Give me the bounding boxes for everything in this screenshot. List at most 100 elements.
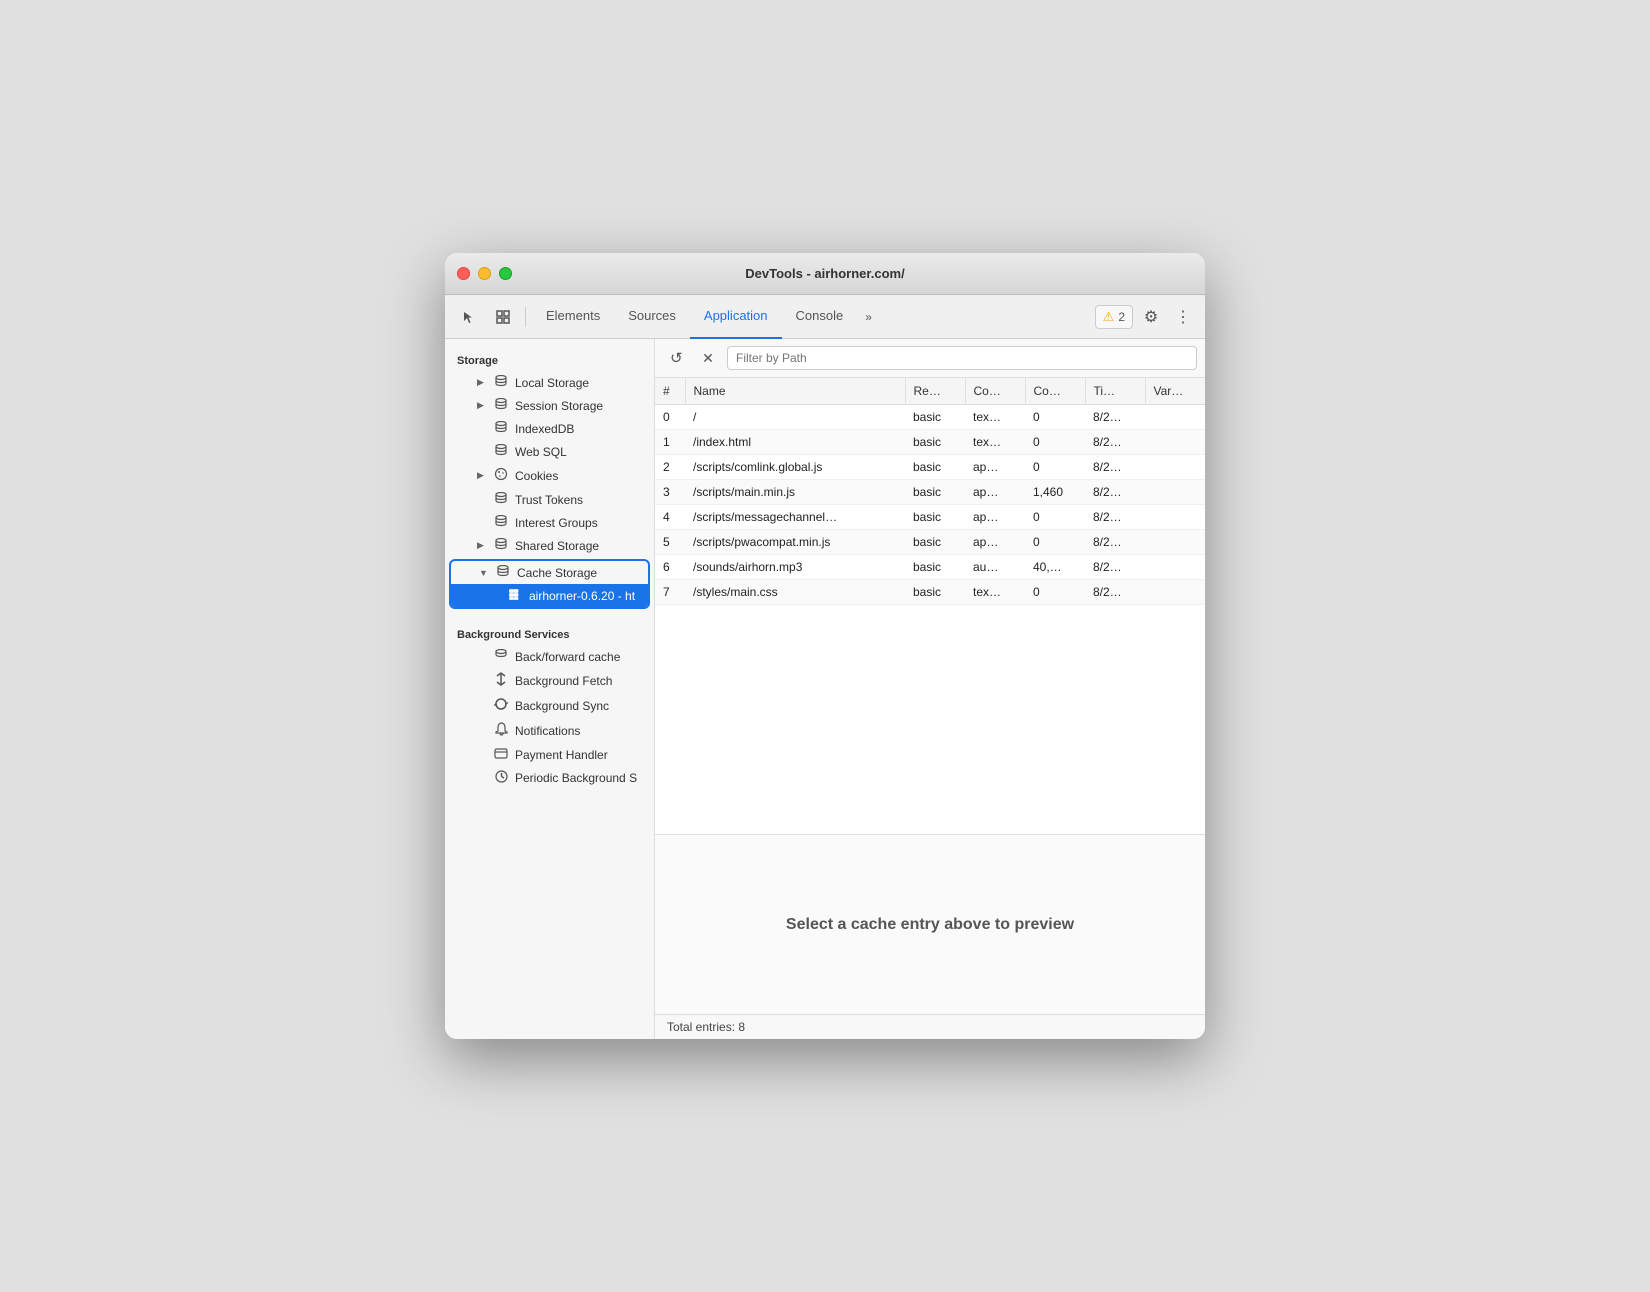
table-header-row: # Name Re… Co… Co… Ti… Var… [655,378,1205,405]
cell-name: /scripts/comlink.global.js [685,455,905,480]
inspect-icon [496,310,510,324]
sidebar-item-trust-tokens[interactable]: ▶ Trust Tokens [449,488,650,511]
cache-table: # Name Re… Co… Co… Ti… Var… 0 / basic te… [655,378,1205,834]
db-icon [493,492,509,507]
cell-num: 6 [655,555,685,580]
storage-icon [494,375,508,387]
sidebar-item-payment-handler[interactable]: ▶ Payment Handler [449,743,650,766]
cell-re: basic [905,530,965,555]
cell-num: 7 [655,580,685,605]
db-icon [495,565,511,580]
sidebar-item-local-storage[interactable]: ▶ Local Storage [449,371,650,394]
sidebar-item-cookies[interactable]: ▶ Cookies [449,463,650,488]
clock-icon-svg [495,770,508,783]
tab-elements[interactable]: Elements [532,295,614,339]
maximize-button[interactable] [499,267,512,280]
arrow-icon: ▶ [477,400,487,411]
minimize-button[interactable] [478,267,491,280]
sidebar-item-cache-entry[interactable]: ▶ airhorner-0.6.20 - ht [451,584,648,607]
toolbar-tabs: Elements Sources Application Console » [532,295,1093,339]
bg-sync-label: Background Sync [515,699,642,713]
sidebar: Storage ▶ Local Storage ▶ [445,339,655,1039]
sidebar-item-session-storage[interactable]: ▶ Session Storage [449,394,650,417]
cookies-label: Cookies [515,469,642,483]
content-area: ↻ ✕ # Name Re… Co… Co… [655,339,1205,1039]
sidebar-item-cache-storage[interactable]: ▼ Cache Storage [451,561,648,584]
cookie-icon-svg [494,467,508,481]
interest-groups-label: Interest Groups [515,516,642,530]
cell-co2: 0 [1025,505,1085,530]
sidebar-item-bg-sync[interactable]: ▶ Background Sync [449,693,650,718]
payment-handler-label: Payment Handler [515,748,642,762]
cell-num: 1 [655,430,685,455]
settings-button[interactable]: ⚙ [1137,303,1165,331]
cursor-tool-button[interactable] [453,303,485,331]
tab-application[interactable]: Application [690,295,782,339]
tab-sources[interactable]: Sources [614,295,690,339]
sidebar-item-shared-storage[interactable]: ▶ Shared Storage [449,534,650,557]
sidebar-item-back-forward-cache[interactable]: ▶ Back/forward cache [449,645,650,668]
cell-var [1145,430,1205,455]
cookie-icon [493,467,509,484]
cell-ti: 8/2… [1085,505,1145,530]
cache-storage-label: Cache Storage [517,566,640,580]
cache-entry-icon [509,589,522,600]
grid-icon [507,588,523,603]
periodic-bg-label: Periodic Background S [515,771,642,785]
sidebar-item-notifications[interactable]: ▶ Notifications [449,718,650,743]
cell-ti: 8/2… [1085,480,1145,505]
cell-co2: 0 [1025,405,1085,430]
table-row[interactable]: 6 /sounds/airhorn.mp3 basic au… 40,… 8/2… [655,555,1205,580]
table-row[interactable]: 7 /styles/main.css basic tex… 0 8/2… [655,580,1205,605]
local-storage-label: Local Storage [515,376,642,390]
cell-var [1145,555,1205,580]
refresh-button[interactable]: ↻ [663,345,689,371]
db-icon [493,515,509,530]
filter-input[interactable] [727,346,1197,370]
cell-name: / [685,405,905,430]
clock-icon [493,770,509,786]
cell-co1: ap… [965,530,1025,555]
sidebar-item-bg-fetch[interactable]: ▶ Background Fetch [449,668,650,693]
cell-re: basic [905,430,965,455]
sidebar-item-periodic-bg[interactable]: ▶ Periodic Background S [449,766,650,790]
window-title: DevTools - airhorner.com/ [745,266,904,281]
preview-text: Select a cache entry above to preview [786,916,1074,934]
inspect-tool-button[interactable] [487,303,519,331]
cell-co1: ap… [965,505,1025,530]
warning-badge[interactable]: ⚠ 2 [1095,305,1133,329]
cell-co2: 1,460 [1025,480,1085,505]
table-row[interactable]: 0 / basic tex… 0 8/2… [655,405,1205,430]
clear-filter-button[interactable]: ✕ [695,345,721,371]
cell-co1: tex… [965,405,1025,430]
cell-name: /styles/main.css [685,580,905,605]
more-menu-button[interactable]: ⋮ [1169,303,1197,331]
table-row[interactable]: 4 /scripts/messagechannel… basic ap… 0 8… [655,505,1205,530]
table-body: 0 / basic tex… 0 8/2… 1 /index.html basi… [655,405,1205,605]
session-storage-label: Session Storage [515,399,642,413]
expanded-arrow-icon: ▼ [479,568,489,578]
close-button[interactable] [457,267,470,280]
cell-num: 4 [655,505,685,530]
col-var: Var… [1145,378,1205,405]
cell-re: basic [905,505,965,530]
table-row[interactable]: 1 /index.html basic tex… 0 8/2… [655,430,1205,455]
col-name: Name [685,378,905,405]
storage-icon [494,515,508,527]
tab-console[interactable]: Console [782,295,858,339]
cell-num: 5 [655,530,685,555]
storage-icon [494,538,508,550]
cell-co1: tex… [965,430,1025,455]
cell-name: /scripts/main.min.js [685,480,905,505]
cell-name: /scripts/messagechannel… [685,505,905,530]
table-row[interactable]: 3 /scripts/main.min.js basic ap… 1,460 8… [655,480,1205,505]
table-row[interactable]: 5 /scripts/pwacompat.min.js basic ap… 0 … [655,530,1205,555]
table-row[interactable]: 2 /scripts/comlink.global.js basic ap… 0… [655,455,1205,480]
more-tabs-button[interactable]: » [857,306,880,328]
sidebar-item-interest-groups[interactable]: ▶ Interest Groups [449,511,650,534]
web-sql-label: Web SQL [515,445,642,459]
bg-services-section: Background Services ▶ Back/forward cache… [445,621,654,790]
sidebar-item-web-sql[interactable]: ▶ Web SQL [449,440,650,463]
titlebar: DevTools - airhorner.com/ [445,253,1205,295]
sidebar-item-indexeddb[interactable]: ▶ IndexedDB [449,417,650,440]
